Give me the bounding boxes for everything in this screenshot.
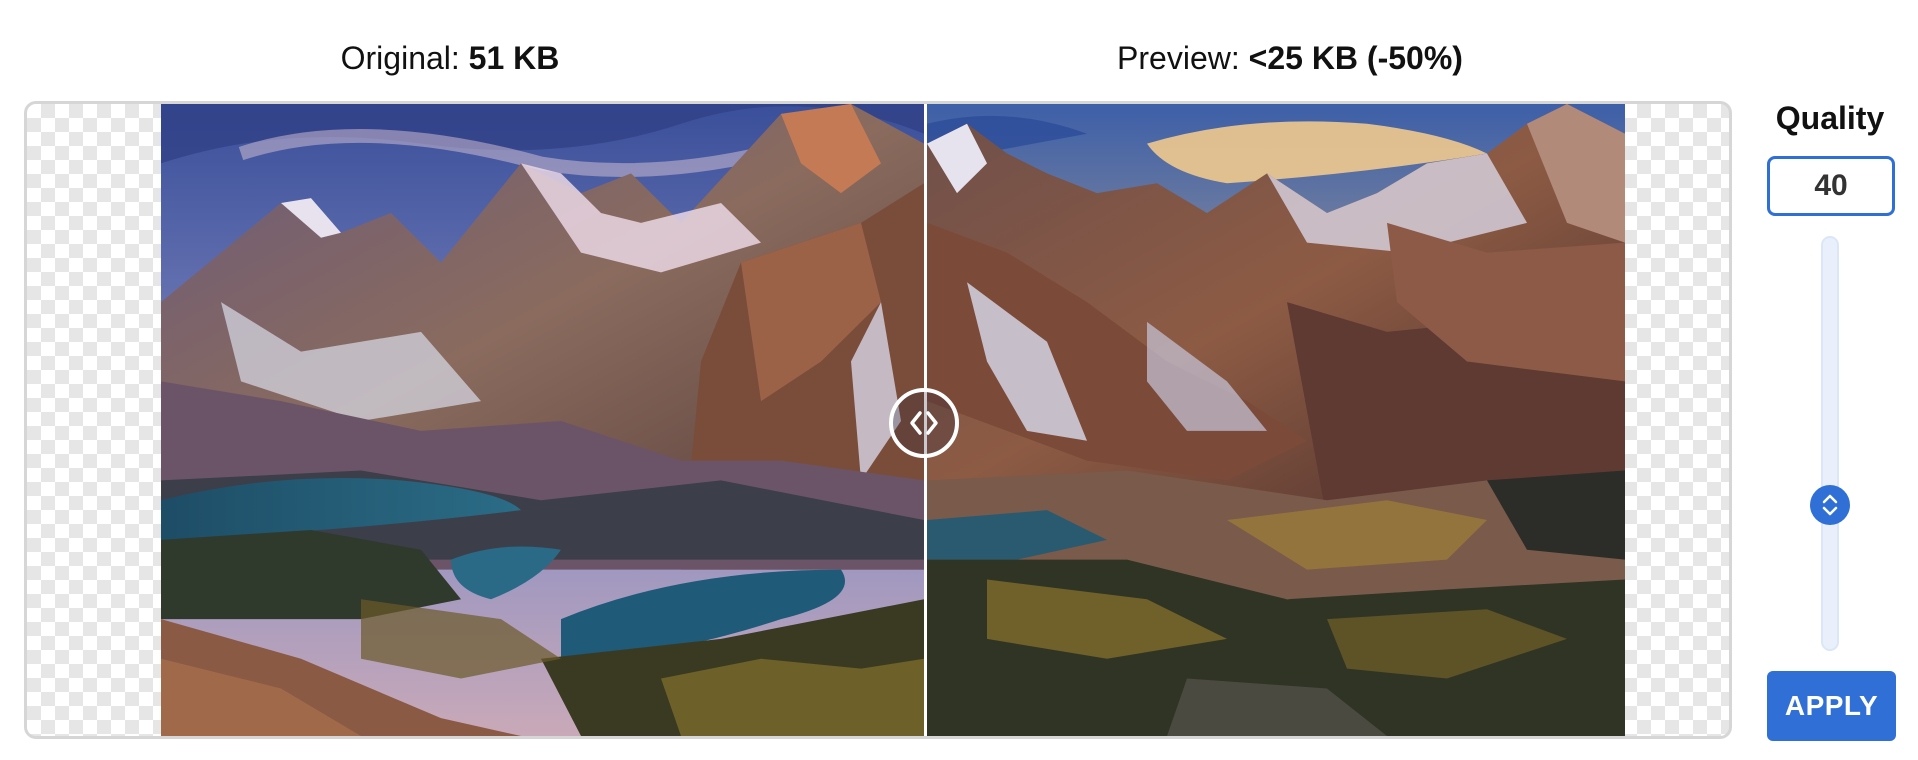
quality-label: Quality [1775,100,1885,136]
original-size-value: 51 KB [468,40,560,76]
preview-label-prefix: Preview: [1117,40,1249,76]
chevrons-up-down-icon [1822,494,1838,516]
original-label-prefix: Original: [340,40,469,76]
chevrons-left-right-icon [910,411,938,435]
quality-slider-track[interactable] [1821,236,1839,651]
compare-handle[interactable] [889,388,959,458]
comparison-viewer[interactable] [24,101,1732,739]
apply-button[interactable]: APPLY [1767,671,1896,741]
original-image [161,104,924,736]
original-size-label: Original: 51 KB [0,36,900,80]
quality-input[interactable] [1767,156,1895,216]
preview-image [927,104,1625,736]
image-compression-tool: Original: 51 KB Preview: <25 KB (-50%) Q… [0,0,1918,760]
preview-size-value: <25 KB (-50%) [1248,40,1463,76]
preview-size-label: Preview: <25 KB (-50%) [920,36,1660,80]
original-mountain-photo [161,104,924,736]
quality-slider-thumb[interactable] [1810,485,1850,525]
preview-mountain-photo [927,104,1625,736]
